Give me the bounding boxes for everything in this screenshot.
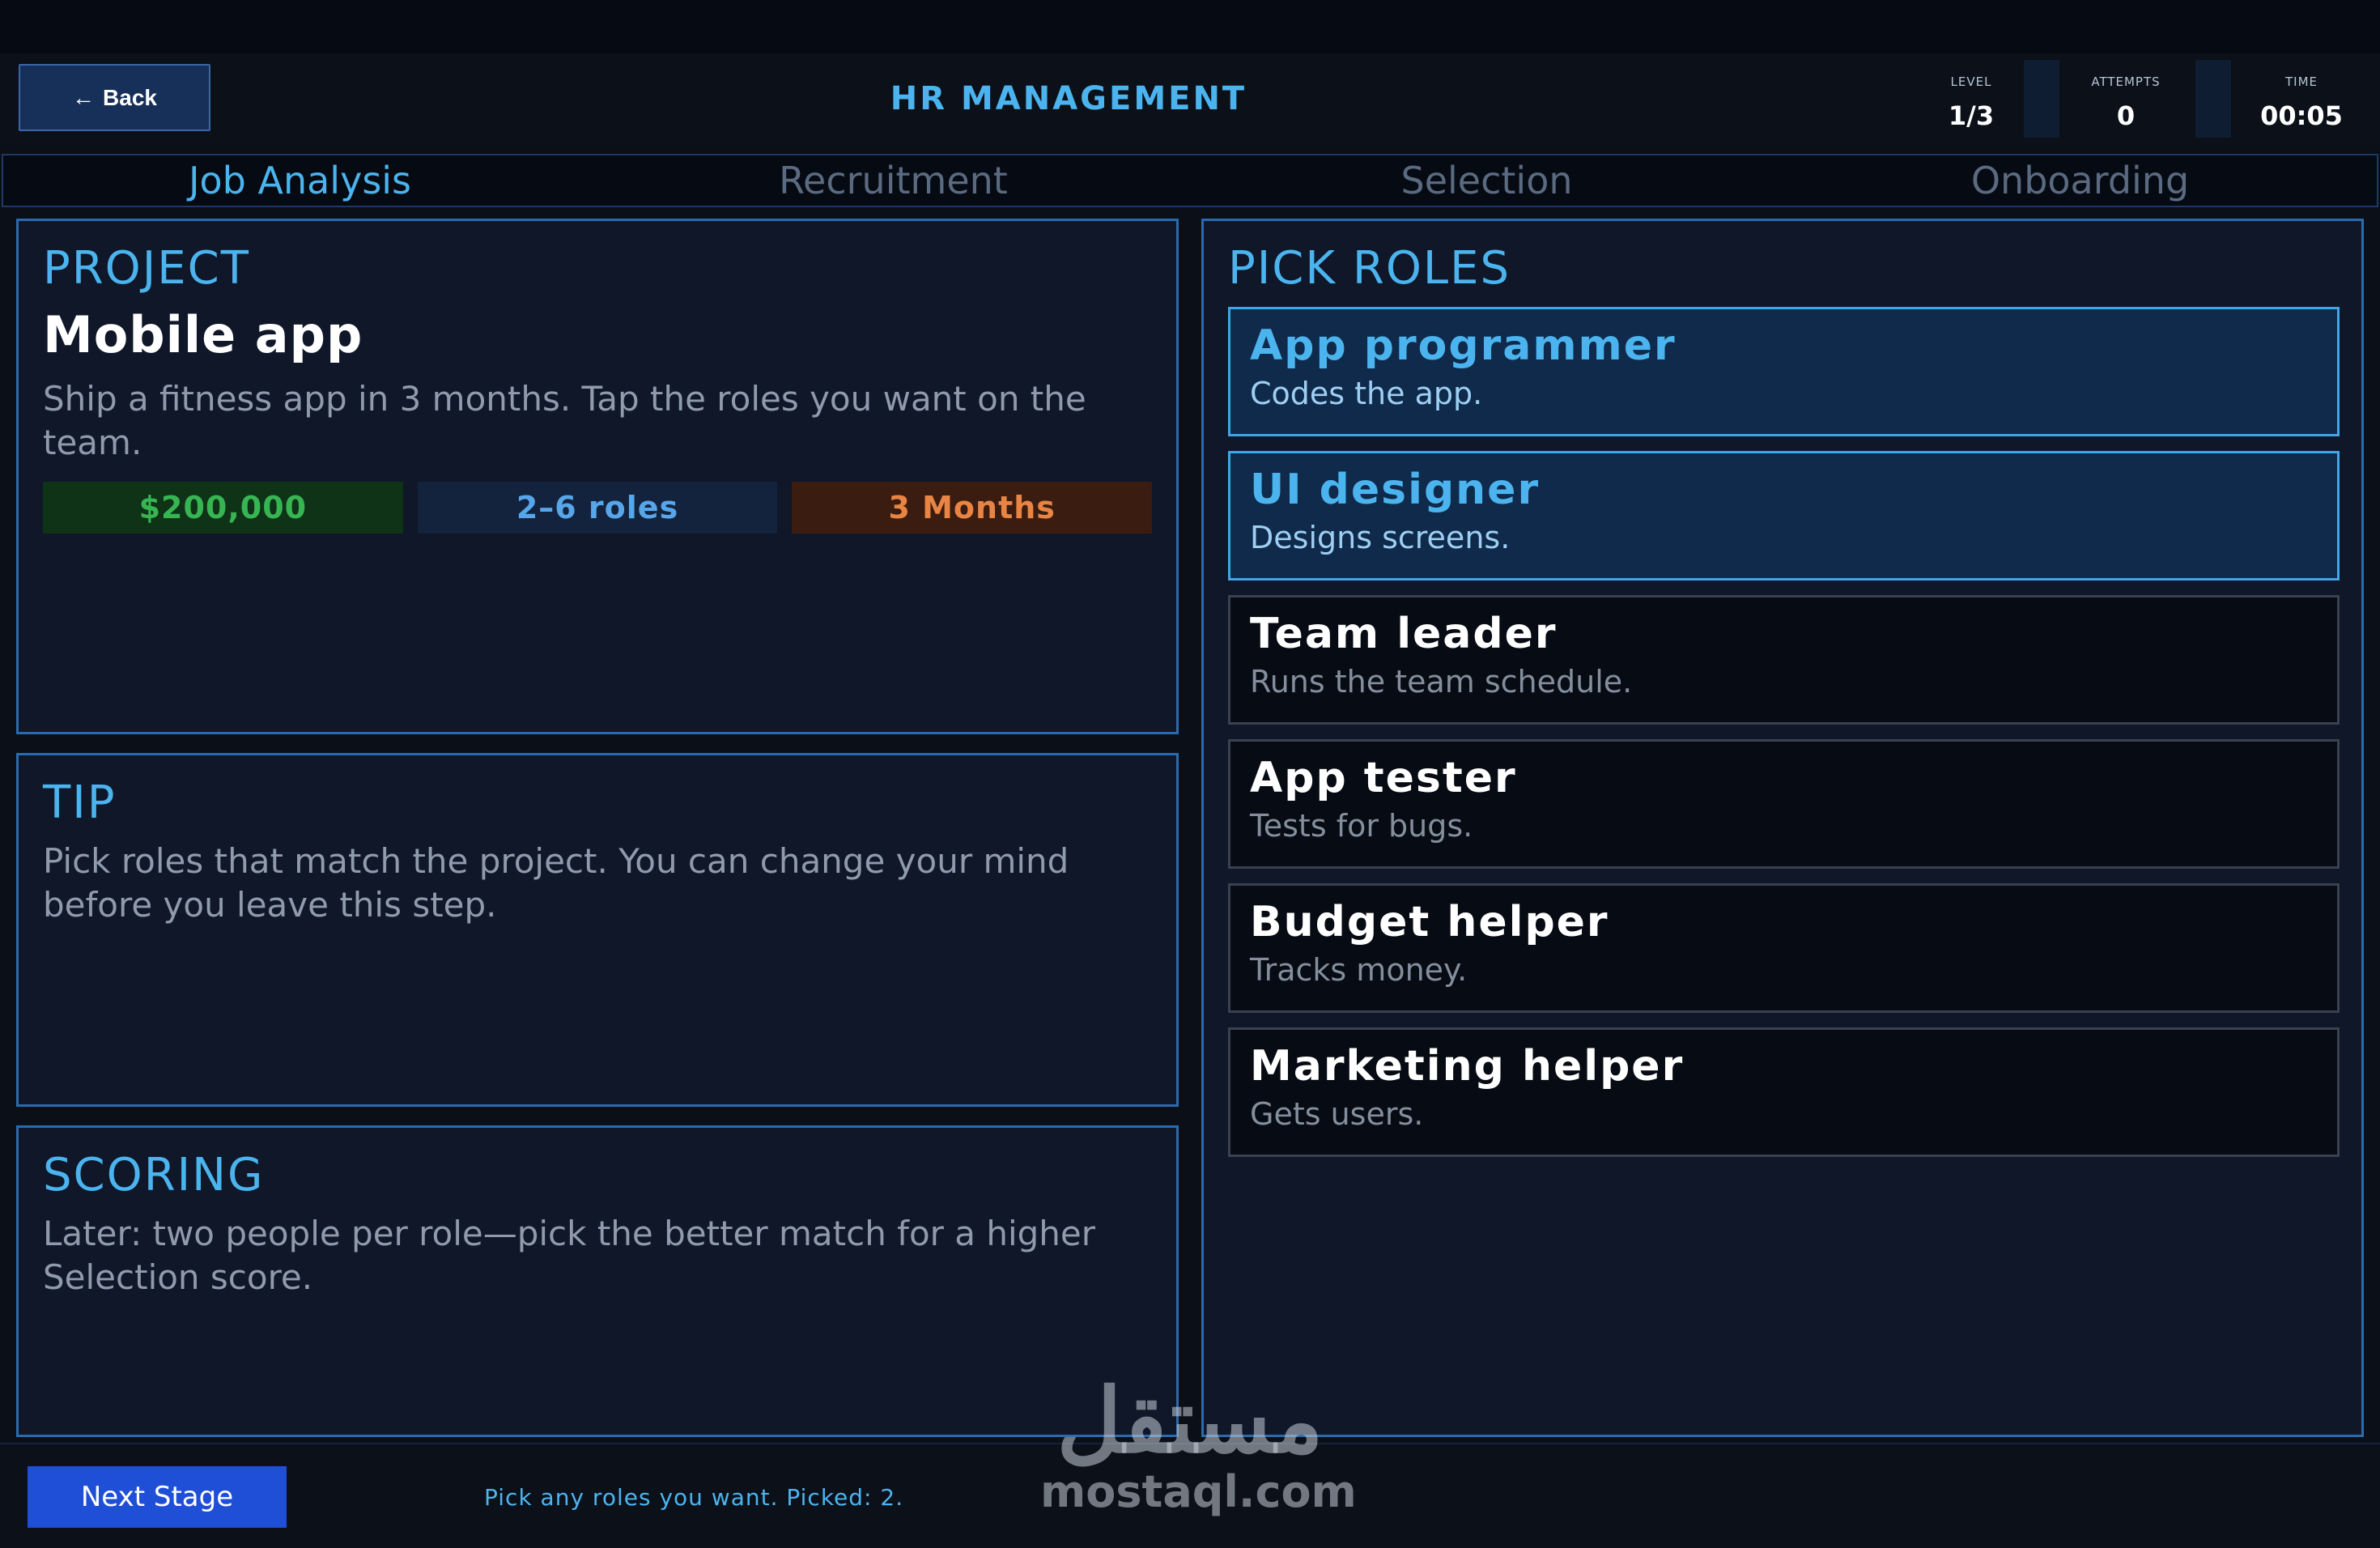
role-card-ui-designer[interactable]: UI designer Designs screens. — [1228, 450, 2340, 580]
role-card-app-tester[interactable]: App tester Tests for bugs. — [1228, 738, 2340, 869]
roles-range-badge: 2–6 roles — [417, 481, 778, 534]
time-stat: TIME 00:05 — [2241, 60, 2362, 138]
stat-divider — [2195, 60, 2231, 138]
role-description: Codes the app. — [1250, 375, 1483, 411]
game-header: ← Back HR MANAGEMENT LEVEL 1/3 ATTEMPTS … — [0, 53, 2380, 144]
role-title: Marketing helper — [1250, 1041, 1685, 1091]
budget-badge: $200,000 — [43, 481, 403, 534]
tip-heading: TIP — [43, 776, 117, 829]
tab-job-analysis[interactable]: Job Analysis — [3, 155, 597, 206]
duration-badge: 3 Months — [792, 481, 1153, 534]
scoring-heading: SCORING — [43, 1149, 265, 1201]
role-title: UI designer — [1250, 465, 1541, 514]
role-title: App tester — [1250, 753, 1517, 802]
project-panel: PROJECT Mobile app Ship a fitness app in… — [16, 219, 1179, 734]
pick-roles-panel: PICK ROLES App programmer Codes the app.… — [1201, 219, 2364, 1437]
stage-tabs: Job Analysis Recruitment Selection Onboa… — [2, 154, 2378, 207]
tab-selection[interactable]: Selection — [1190, 155, 1783, 206]
project-description: Ship a fitness app in 3 months. Tap the … — [43, 378, 1086, 463]
back-button-label: Back — [103, 84, 157, 110]
role-title: Team leader — [1250, 609, 1558, 658]
stat-divider — [2024, 60, 2059, 138]
attempts-stat: ATTEMPTS 0 — [2069, 60, 2182, 138]
tab-onboarding[interactable]: Onboarding — [1783, 155, 2377, 206]
role-description: Tracks money. — [1250, 951, 1468, 988]
role-description: Tests for bugs. — [1250, 807, 1473, 844]
page-title: HR MANAGEMENT — [890, 80, 1247, 117]
level-stat: LEVEL 1/3 — [1927, 60, 2016, 138]
pick-roles-heading: PICK ROLES — [1228, 242, 1511, 295]
game-footer: Next Stage Pick any roles you want. Pick… — [0, 1443, 2380, 1548]
scoring-panel: SCORING Later: two people per role—pick … — [16, 1125, 1179, 1437]
level-value: 1/3 — [1948, 100, 1995, 131]
role-description: Designs screens. — [1250, 519, 1511, 555]
role-card-team-leader[interactable]: Team leader Runs the team schedule. — [1228, 594, 2340, 725]
attempts-label: ATTEMPTS — [2091, 74, 2161, 89]
attempts-value: 0 — [2116, 100, 2136, 131]
role-title: Budget helper — [1250, 897, 1609, 946]
time-label: TIME — [2284, 74, 2318, 89]
selection-status: Pick any roles you want. Picked: 2. — [484, 1483, 904, 1511]
next-stage-button[interactable]: Next Stage — [28, 1466, 287, 1528]
time-value: 00:05 — [2260, 100, 2343, 131]
level-label: LEVEL — [1950, 74, 1992, 89]
role-title: App programmer — [1250, 321, 1677, 370]
tip-text: Pick roles that match the project. You c… — [43, 840, 1069, 925]
window-top-strip — [0, 0, 2380, 53]
arrow-left-icon: ← — [72, 84, 96, 110]
project-badges: $200,000 2–6 roles 3 Months — [43, 481, 1153, 534]
roles-list: App programmer Codes the app. UI designe… — [1228, 306, 2340, 1157]
back-button[interactable]: ← Back — [19, 64, 210, 131]
tab-recruitment[interactable]: Recruitment — [597, 155, 1190, 206]
role-card-budget-helper[interactable]: Budget helper Tracks money. — [1228, 882, 2340, 1013]
role-card-marketing-helper[interactable]: Marketing helper Gets users. — [1228, 1027, 2340, 1157]
role-description: Gets users. — [1250, 1095, 1424, 1132]
role-description: Runs the team schedule. — [1250, 663, 1633, 700]
scoring-text: Later: two people per role—pick the bett… — [43, 1213, 1096, 1298]
tip-panel: TIP Pick roles that match the project. Y… — [16, 753, 1179, 1107]
role-card-app-programmer[interactable]: App programmer Codes the app. — [1228, 306, 2340, 436]
project-heading: PROJECT — [43, 242, 250, 295]
project-name: Mobile app — [43, 304, 363, 364]
